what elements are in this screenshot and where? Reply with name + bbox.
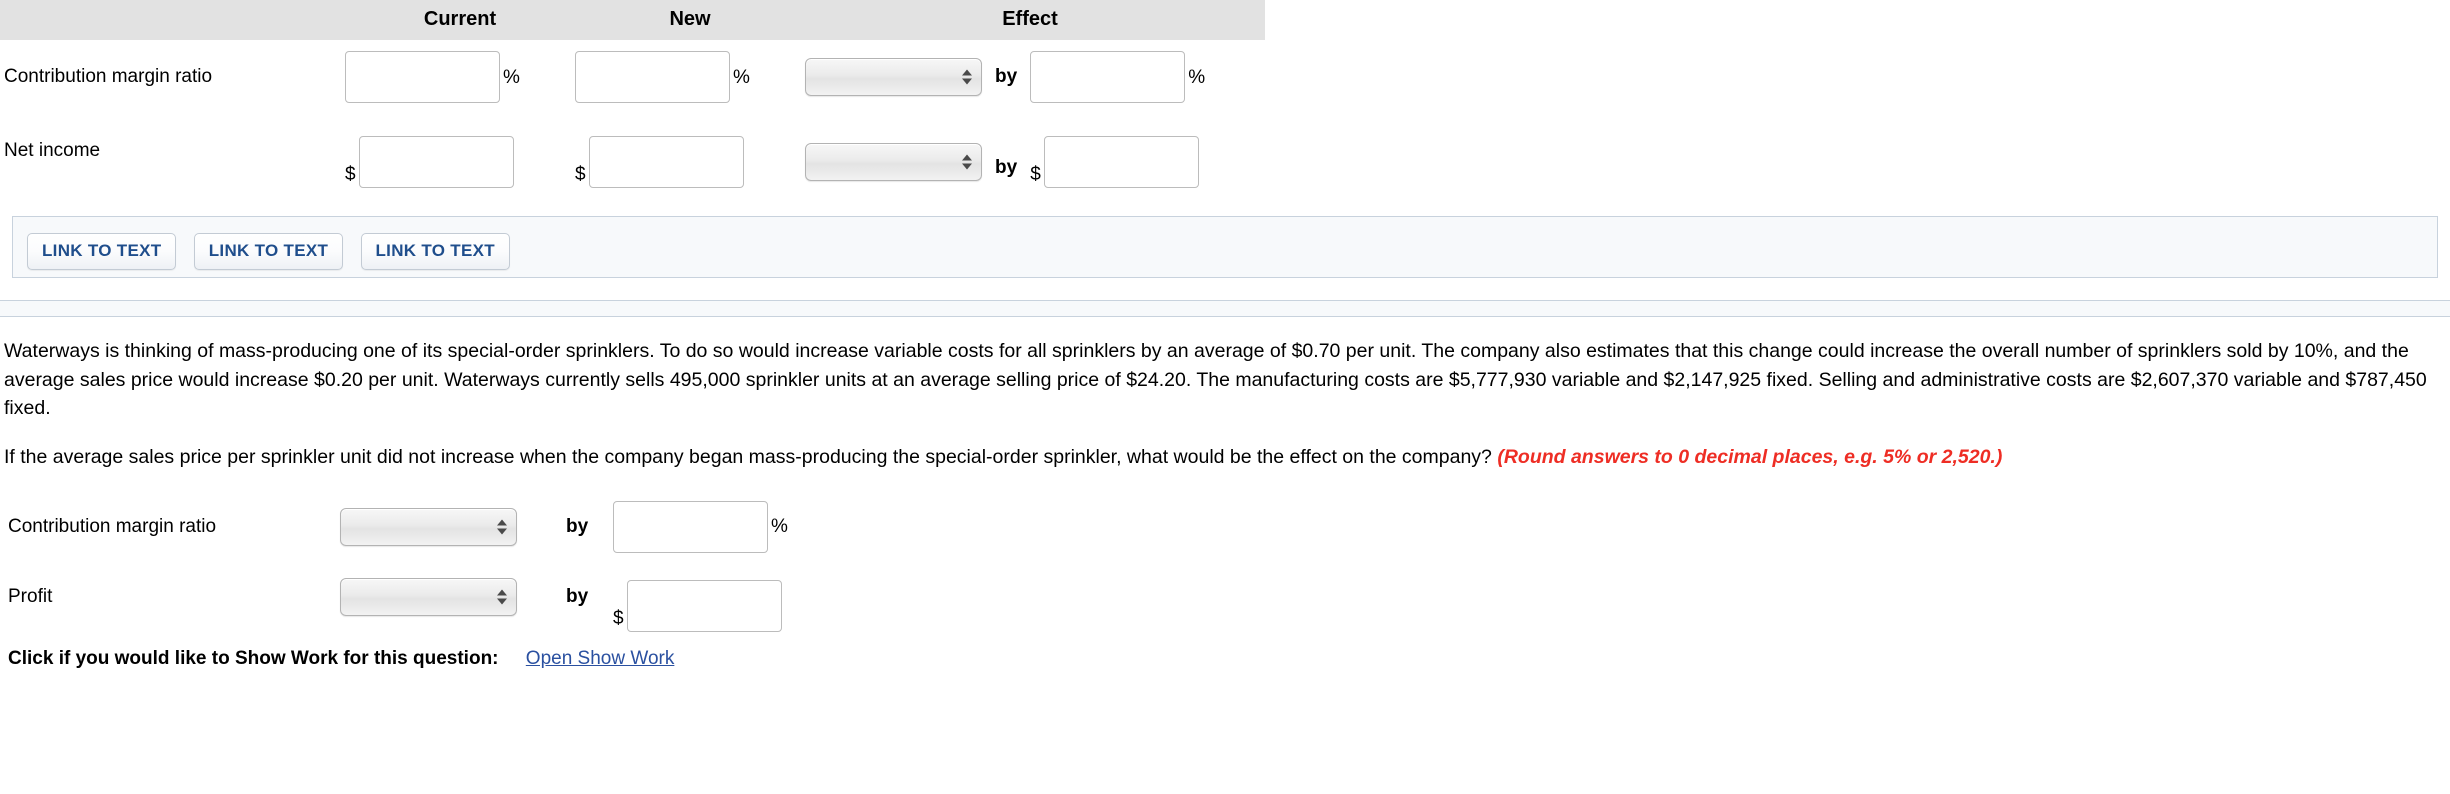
- current-contribution-margin-input[interactable]: [345, 51, 500, 103]
- percent-symbol: %: [771, 516, 788, 538]
- dollar-symbol: $: [345, 164, 356, 185]
- header-new: New: [575, 0, 805, 40]
- cell-new-contribution-margin: %: [575, 40, 805, 114]
- new-net-income-input[interactable]: [588, 136, 744, 188]
- answer-by-cell-contribution-margin: by: [553, 492, 613, 562]
- show-work-row: Click if you would like to Show Work for…: [4, 632, 2438, 670]
- question-prompt-text: If the average sales price per sprinkler…: [4, 445, 1498, 468]
- answer-input-cell-contribution-margin: %: [613, 492, 913, 562]
- header-tail: [1255, 0, 1265, 40]
- effect-select-net-income[interactable]: [805, 143, 982, 181]
- by-label: by: [995, 66, 1018, 87]
- answer-row-contribution-margin-ratio: Contribution margin ratio by %: [4, 492, 913, 562]
- effect-summary-table: Current New Effect Contribution margin r…: [0, 0, 1265, 188]
- table-header-row: Current New Effect: [0, 0, 1265, 40]
- effect-select-contribution-margin[interactable]: [805, 58, 982, 96]
- link-to-text-button-3[interactable]: LINK TO TEXT: [360, 233, 510, 270]
- open-show-work-link[interactable]: Open Show Work: [526, 648, 675, 669]
- by-label: by: [566, 585, 589, 607]
- question-paragraph-2: If the average sales price per sprinkler…: [4, 443, 2438, 472]
- effect-amount-contribution-margin-input[interactable]: [1030, 51, 1186, 103]
- effect-select-wrapper-net-income: [805, 143, 982, 181]
- link-to-text-button-2[interactable]: LINK TO TEXT: [193, 233, 344, 270]
- cell-tail: [1255, 114, 1265, 188]
- cell-current-net-income: $: [345, 114, 575, 188]
- answer-input-cell-profit: $: [613, 562, 913, 632]
- cell-effect-contribution-margin: by %: [805, 40, 1255, 114]
- cell-current-contribution-margin: %: [345, 40, 575, 114]
- new-contribution-margin-input[interactable]: [575, 51, 730, 103]
- direction-select-wrapper-profit: [340, 577, 517, 616]
- current-net-income-input[interactable]: [358, 136, 514, 188]
- header-blank: [0, 0, 345, 40]
- answer-select-cell-profit: [340, 562, 553, 632]
- by-label: by: [995, 157, 1018, 178]
- table-row-contribution-margin-ratio: Contribution margin ratio % % by %: [0, 40, 1265, 114]
- row-label-net-income: Net income: [4, 140, 101, 161]
- effect-select-wrapper-contribution-margin: [805, 58, 982, 96]
- link-to-text-panel: LINK TO TEXT LINK TO TEXT LINK TO TEXT: [12, 216, 2438, 278]
- percent-symbol: %: [1188, 66, 1206, 88]
- header-current: Current: [345, 0, 575, 40]
- dollar-symbol: $: [575, 164, 586, 185]
- question-body: Waterways is thinking of mass-producing …: [0, 317, 2450, 670]
- answer-select-cell-contribution-margin: [340, 492, 553, 562]
- answer-by-cell-profit: by: [553, 562, 613, 632]
- answer-label-profit: Profit: [8, 585, 53, 607]
- direction-select-wrapper-contribution-margin: [340, 507, 517, 546]
- dollar-symbol: $: [1030, 164, 1041, 185]
- section-separator: [0, 300, 2450, 317]
- row-label-contribution-margin-ratio: Contribution margin ratio: [4, 66, 213, 87]
- percent-symbol: %: [503, 66, 520, 88]
- effect-amount-net-income-input[interactable]: [1043, 136, 1199, 188]
- percent-symbol: %: [733, 66, 750, 88]
- header-effect: Effect: [805, 0, 1255, 40]
- answer-amount-profit-input[interactable]: [626, 579, 782, 632]
- answer-amount-contribution-margin-input[interactable]: [613, 500, 768, 553]
- rounding-instruction: (Round answers to 0 decimal places, e.g.…: [1497, 445, 2003, 468]
- question-paragraph-1: Waterways is thinking of mass-producing …: [4, 340, 2427, 420]
- by-label: by: [566, 515, 589, 537]
- answer-label-contribution-margin-ratio: Contribution margin ratio: [8, 515, 217, 537]
- answer-row-profit: Profit by $: [4, 562, 913, 632]
- table-row-net-income: Net income $ $ by $: [0, 114, 1265, 188]
- direction-select-profit[interactable]: [340, 577, 517, 616]
- cell-tail: [1255, 40, 1265, 114]
- answer-entry-table: Contribution margin ratio by % Profit by…: [4, 492, 913, 632]
- cell-effect-net-income: by $: [805, 114, 1255, 188]
- dollar-symbol: $: [613, 607, 624, 629]
- cell-new-net-income: $: [575, 114, 805, 188]
- direction-select-contribution-margin[interactable]: [340, 507, 517, 546]
- link-to-text-button-1[interactable]: LINK TO TEXT: [27, 233, 177, 270]
- show-work-label: Click if you would like to Show Work for…: [8, 647, 499, 669]
